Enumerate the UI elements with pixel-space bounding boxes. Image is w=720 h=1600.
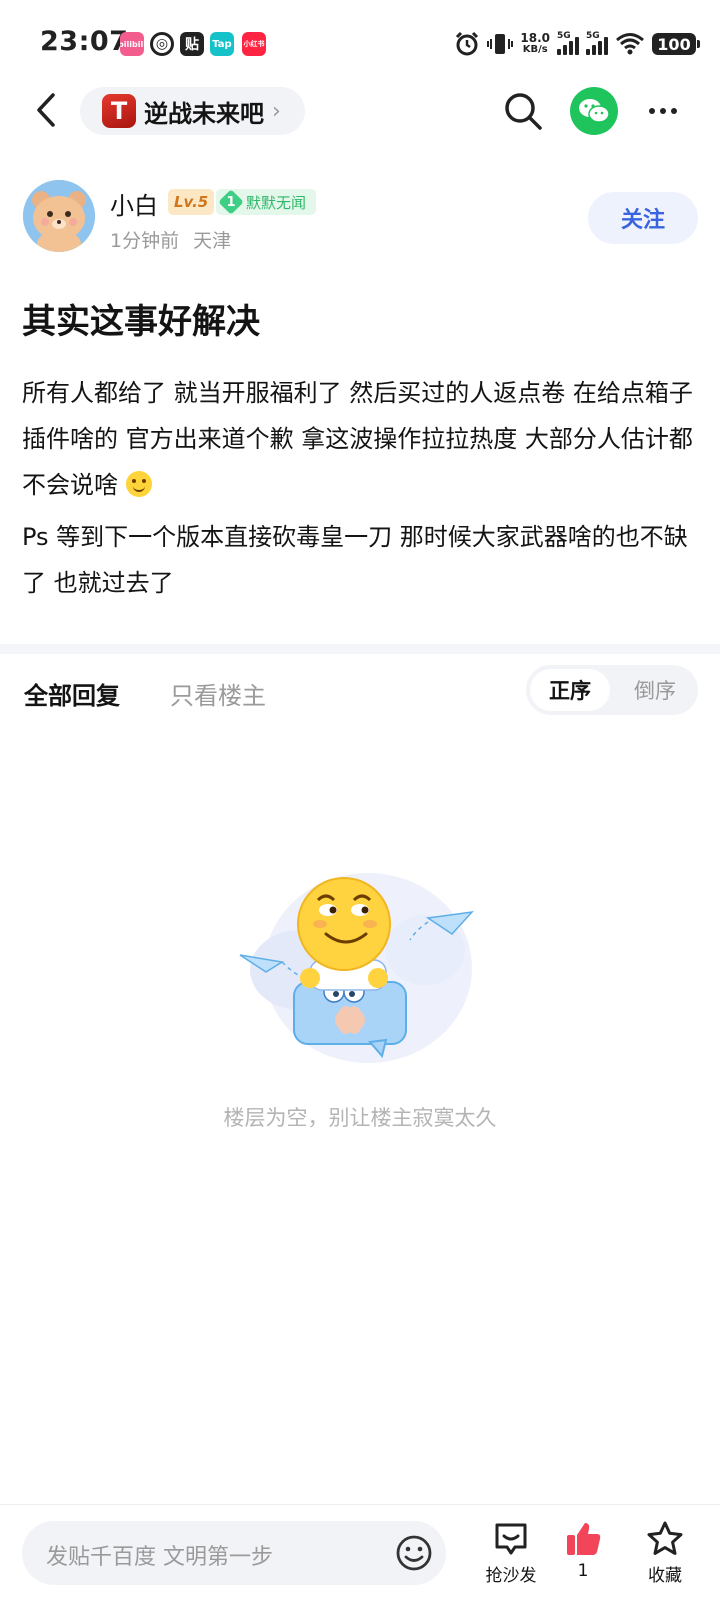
- post-meta: 1分钟前 天津: [110, 226, 231, 253]
- collect-label: 收藏: [648, 1566, 682, 1586]
- post-author-row: 小白 Lv.5 1 默默无闻 1分钟前 天津 关注: [0, 180, 720, 260]
- bear-avatar-icon: [23, 180, 95, 252]
- empty-replies-text: 楼层为空，别让楼主寂寞太久: [223, 1106, 497, 1130]
- collect-button[interactable]: 收藏: [630, 1519, 700, 1591]
- comment-input[interactable]: 发贴千百度 文明第一步: [22, 1521, 446, 1585]
- rank-number: 1: [226, 194, 236, 210]
- emoji-icon[interactable]: [394, 1533, 434, 1573]
- comment-placeholder: 发贴千百度 文明第一步: [46, 1545, 273, 1570]
- more-dot: [649, 108, 655, 114]
- more-dot: [660, 108, 666, 114]
- network-speed-unit: KB/s: [522, 44, 548, 55]
- sim1-network-type: 5G: [557, 31, 571, 41]
- vibrate-icon: [487, 34, 514, 54]
- top-nav-bar: T 逆战未来吧 ›: [0, 80, 720, 140]
- network-speed-value: 18.0: [520, 31, 550, 45]
- wechat-share-button[interactable]: [570, 87, 618, 135]
- grab-sofa-button[interactable]: 抢沙发: [476, 1519, 546, 1591]
- post-paragraph: Ps 等到下一个版本直接砍毒皇一刀 那时候大家武器啥的也不缺了 也就过去了: [22, 523, 688, 597]
- battery-indicator: 100: [652, 33, 700, 55]
- like-count: 1: [577, 1561, 589, 1581]
- signal-sim2-icon: 5G: [586, 31, 608, 55]
- empty-state-illustration: [239, 873, 474, 1063]
- tab-op-only[interactable]: 只看楼主: [170, 676, 266, 711]
- post-body: 所有人都给了 就当开服福利了 然后买过的人返点卷 在给点箱子插件啥的 官方出来道…: [22, 370, 702, 606]
- comment-bubble-icon: [495, 1523, 527, 1555]
- follow-button[interactable]: 关注: [588, 192, 698, 244]
- alarm-icon: [456, 31, 479, 56]
- chevron-right-icon: ›: [272, 98, 281, 124]
- network-speed: 18.0 KB/s: [520, 32, 550, 56]
- like-button[interactable]: 1: [548, 1519, 618, 1591]
- netease-music-icon: ◎: [150, 32, 174, 56]
- post-paragraph: 所有人都给了 就当开服福利了 然后买过的人返点卷 在给点箱子插件啥的 官方出来道…: [22, 370, 702, 508]
- wifi-icon: [616, 33, 644, 55]
- thumbs-up-icon: [567, 1523, 601, 1555]
- level-badge: Lv.5: [168, 189, 215, 215]
- taptap-icon: Tap: [210, 32, 234, 56]
- forum-logo: T: [102, 94, 136, 128]
- status-indicators: 18.0 KB/s 5G 5G 100: [454, 28, 700, 60]
- author-name[interactable]: 小白: [110, 186, 158, 221]
- sort-ascending-button[interactable]: 正序: [530, 669, 610, 711]
- section-divider: [0, 644, 720, 654]
- status-bar: 23:07 bilibili ◎ 贴 Tap 小红书 18.0 KB/s 5G …: [0, 0, 720, 88]
- tieba-icon: 贴: [180, 32, 204, 56]
- wechat-icon: [579, 99, 610, 123]
- bottom-action-bar: 发贴千百度 文明第一步 抢沙发 1 收藏: [0, 1504, 720, 1600]
- rank-badge: 1 默默无闻: [216, 189, 317, 215]
- sim2-network-type: 5G: [586, 31, 600, 41]
- search-button[interactable]: [502, 90, 544, 132]
- sort-descending-button[interactable]: 倒序: [616, 669, 694, 711]
- post-location: 天津: [193, 230, 232, 252]
- smiley-emoji-icon: [125, 471, 152, 497]
- avatar[interactable]: [23, 180, 95, 252]
- forum-name: 逆战未来吧: [144, 99, 264, 128]
- chevron-left-icon: [37, 93, 55, 127]
- grab-sofa-label: 抢沙发: [485, 1566, 537, 1586]
- search-icon: [505, 93, 542, 130]
- post-title: 其实这事好解决: [22, 302, 260, 342]
- rank-title: 默默无闻: [246, 193, 307, 212]
- forum-entry-button[interactable]: T 逆战未来吧 ›: [80, 87, 305, 135]
- star-icon: [647, 1521, 683, 1555]
- back-button[interactable]: [26, 88, 66, 132]
- post-time: 1分钟前: [110, 230, 180, 252]
- post-paragraph-text: 所有人都给了 就当开服福利了 然后买过的人返点卷 在给点箱子插件啥的 官方出来道…: [22, 379, 693, 499]
- bilibili-icon: bilibili: [120, 32, 144, 56]
- status-time: 23:07: [40, 26, 129, 57]
- more-dot: [671, 108, 677, 114]
- sort-order-toggle: 正序 倒序: [526, 665, 698, 715]
- tab-all-replies[interactable]: 全部回复: [24, 676, 120, 711]
- xiaohongshu-icon: 小红书: [242, 32, 266, 56]
- more-options-button[interactable]: [642, 90, 684, 132]
- signal-sim1-icon: 5G: [557, 31, 579, 55]
